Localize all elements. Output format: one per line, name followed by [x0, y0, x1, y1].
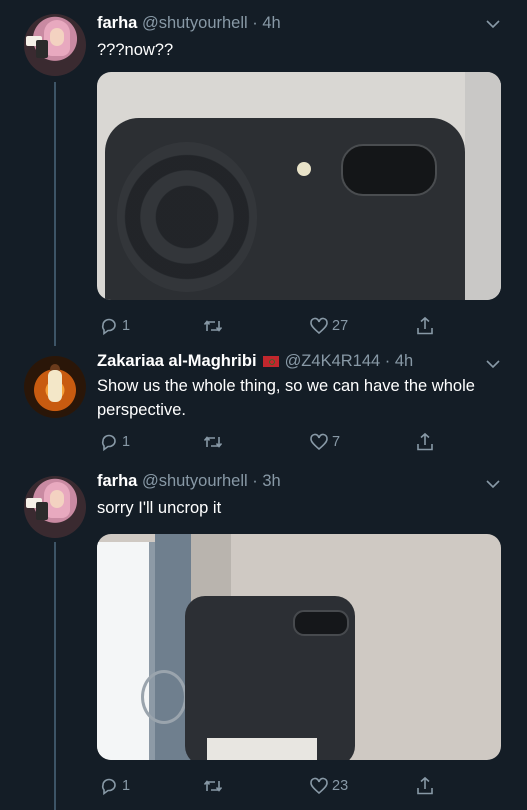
reply-icon [101, 318, 116, 336]
like-button[interactable]: 7 [309, 432, 340, 452]
retweet-icon [203, 436, 223, 448]
tweet-text: ???now?? [97, 41, 174, 59]
tweet-text: Show us the whole thing, so we can have … [97, 377, 475, 419]
share-button[interactable] [415, 316, 435, 336]
share-icon [417, 432, 433, 451]
user-handle[interactable]: @shutyourhell [142, 472, 248, 490]
retweet-icon [203, 780, 223, 792]
tweet-1[interactable]: farha @shutyourhell · 4h ???now?? 1 27 [0, 0, 527, 346]
like-button[interactable]: 27 [309, 316, 348, 336]
tweet-actions: 1 7 [97, 432, 437, 452]
user-handle[interactable]: @Z4K4R144 [285, 352, 381, 370]
retweet-icon [203, 320, 223, 332]
reply-count: 1 [122, 778, 131, 794]
retweet-button[interactable] [203, 316, 223, 336]
tweet-text: sorry I'll uncrop it [97, 499, 222, 517]
avatar[interactable] [24, 14, 86, 76]
share-icon [417, 316, 433, 335]
user-handle[interactable]: @shutyourhell [142, 14, 248, 32]
reply-button[interactable]: 1 [99, 316, 130, 336]
display-name[interactable]: farha [97, 472, 137, 490]
chevron-down-icon[interactable] [485, 356, 501, 372]
avatar[interactable] [24, 356, 86, 418]
share-icon [417, 776, 433, 795]
like-button[interactable]: 23 [309, 776, 348, 796]
like-count: 7 [332, 434, 341, 450]
tweet-header: Zakariaa al-Maghribi @Z4K4R144 · 4h [97, 352, 413, 371]
reply-button[interactable]: 1 [99, 432, 130, 452]
like-count: 27 [332, 318, 349, 334]
tweet-header: farha @shutyourhell · 4h [97, 14, 281, 33]
tweet-image[interactable] [97, 534, 501, 760]
tweet-actions: 1 23 [97, 776, 437, 796]
reply-icon [101, 434, 116, 452]
share-button[interactable] [415, 432, 435, 452]
retweet-button[interactable] [203, 432, 223, 452]
share-button[interactable] [415, 776, 435, 796]
tweet-image[interactable] [97, 72, 501, 300]
timestamp[interactable]: · 4h [385, 352, 413, 370]
tweet-header: farha @shutyourhell · 3h [97, 472, 281, 491]
reply-count: 1 [122, 318, 131, 334]
tweet-2[interactable]: Zakariaa al-Maghribi @Z4K4R144 · 4h Show … [0, 346, 527, 466]
heart-icon [310, 317, 328, 335]
tweet-actions: 1 27 [97, 316, 437, 336]
display-name[interactable]: farha [97, 14, 137, 32]
chevron-down-icon[interactable] [485, 476, 501, 492]
reply-icon [101, 778, 116, 796]
reply-button[interactable]: 1 [99, 776, 130, 796]
timestamp[interactable]: · 3h [252, 472, 280, 490]
morocco-flag-icon [262, 356, 279, 367]
retweet-button[interactable] [203, 776, 223, 796]
like-count: 23 [332, 778, 349, 794]
heart-icon [310, 433, 328, 451]
reply-count: 1 [122, 434, 131, 450]
heart-icon [310, 777, 328, 795]
chevron-down-icon[interactable] [485, 16, 501, 32]
avatar[interactable] [24, 476, 86, 538]
timestamp[interactable]: · 4h [252, 14, 280, 32]
display-name[interactable]: Zakariaa al-Maghribi [97, 352, 257, 370]
